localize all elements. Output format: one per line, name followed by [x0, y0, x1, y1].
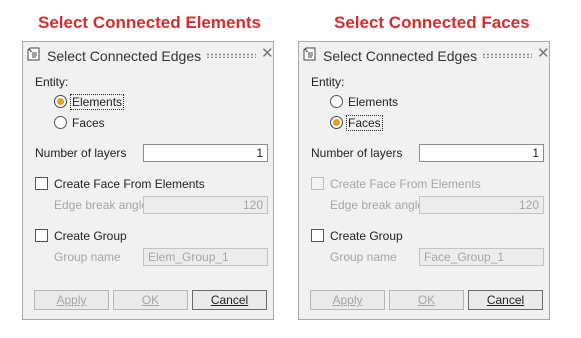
cancel-button[interactable]: Cancel — [192, 290, 267, 310]
radio-elements-label[interactable]: Elements — [348, 95, 398, 109]
apply-button[interactable]: Apply — [310, 290, 385, 310]
create-group-checkbox[interactable] — [311, 229, 324, 242]
dialog-titlebar[interactable]: Select Connected Edges ✕ — [299, 42, 550, 69]
ok-button[interactable]: OK — [389, 290, 464, 310]
layers-label: Number of layers — [311, 146, 403, 160]
close-icon[interactable]: ✕ — [537, 44, 550, 62]
ok-button[interactable]: OK — [113, 290, 188, 310]
group-name-input[interactable]: Elem_Group_1 — [143, 248, 268, 266]
radio-faces-label[interactable]: Faces — [346, 115, 383, 131]
group-name-input[interactable]: Face_Group_1 — [419, 248, 544, 266]
dialog-title: Select Connected Edges — [47, 48, 202, 64]
document-icon — [303, 47, 316, 61]
edge-angle-label: Edge break angle — [54, 198, 149, 212]
create-face-label[interactable]: Create Face From Elements — [54, 177, 205, 191]
dialog-titlebar[interactable]: Select Connected Edges ✕ — [23, 42, 274, 69]
document-icon — [27, 47, 40, 61]
caption-select-connected-elements: Select Connected Elements — [38, 13, 261, 32]
create-face-checkbox[interactable] — [35, 177, 48, 190]
caption-select-connected-faces: Select Connected Faces — [334, 13, 530, 32]
layers-input[interactable]: 1 — [143, 144, 268, 162]
radio-elements-label[interactable]: Elements — [70, 94, 125, 110]
group-name-label: Group name — [330, 250, 397, 264]
radio-faces[interactable] — [330, 116, 343, 129]
close-icon[interactable]: ✕ — [261, 44, 274, 62]
create-group-label[interactable]: Create Group — [330, 229, 403, 243]
apply-button[interactable]: Apply — [34, 290, 109, 310]
dialog-title: Select Connected Edges — [323, 48, 478, 64]
create-face-label: Create Face From Elements — [330, 177, 481, 191]
radio-elements[interactable] — [54, 95, 67, 108]
entity-label: Entity: — [35, 75, 69, 89]
create-group-checkbox[interactable] — [35, 229, 48, 242]
group-name-label: Group name — [54, 250, 121, 264]
dialog-select-connected-elements: Select Connected Edges ✕ Entity: Element… — [22, 41, 274, 320]
cancel-button[interactable]: Cancel — [468, 290, 543, 310]
layers-label: Number of layers — [35, 146, 127, 160]
drag-grip-icon[interactable] — [206, 53, 256, 58]
edge-angle-input[interactable]: 120 — [143, 196, 268, 214]
entity-label: Entity: — [311, 75, 345, 89]
drag-grip-icon[interactable] — [482, 53, 532, 58]
edge-angle-label: Edge break angle — [330, 198, 425, 212]
layers-input[interactable]: 1 — [419, 144, 544, 162]
radio-faces-label[interactable]: Faces — [72, 116, 105, 130]
radio-elements[interactable] — [330, 95, 343, 108]
radio-faces[interactable] — [54, 116, 67, 129]
create-group-label[interactable]: Create Group — [54, 229, 127, 243]
create-face-checkbox[interactable] — [311, 177, 324, 190]
dialog-select-connected-faces: Select Connected Edges ✕ Entity: Element… — [298, 41, 550, 320]
edge-angle-input[interactable]: 120 — [419, 196, 544, 214]
